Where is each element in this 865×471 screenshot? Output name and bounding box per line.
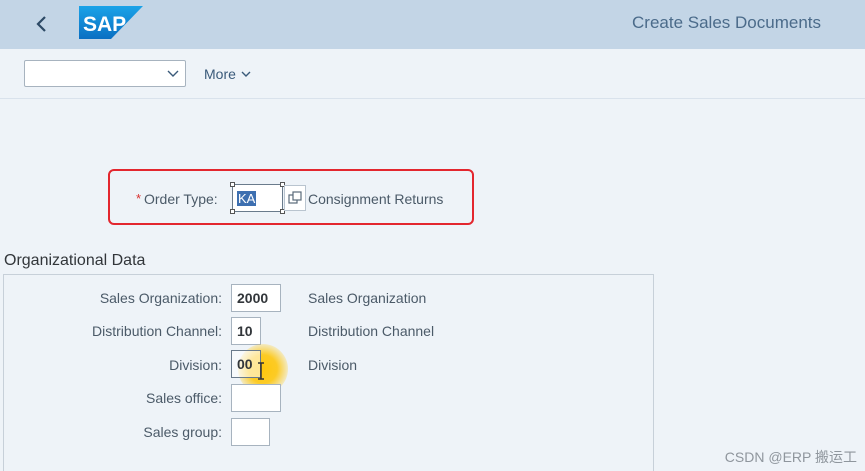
sales-organization-input[interactable]: 2000 (231, 284, 281, 312)
sap-logo[interactable]: SAP (79, 6, 143, 39)
order-type-highlight: * Order Type: KA Consignment Returns (108, 169, 474, 225)
watermark: CSDN @ERP 搬运工 (724, 449, 857, 465)
order-type-description: Consignment Returns (308, 191, 444, 207)
page-title: Create Sales Documents (632, 13, 821, 32)
required-marker: * (136, 191, 142, 206)
division-description: Division (308, 357, 358, 373)
order-type-label: Order Type: (144, 191, 218, 207)
resize-handle (230, 209, 235, 214)
distribution-channel-description: Distribution Channel (308, 323, 435, 339)
sales-organization-description: Sales Organization (308, 290, 427, 306)
toolbar: More (0, 49, 865, 99)
more-button[interactable]: More (204, 65, 252, 83)
value-help-button[interactable] (284, 185, 306, 211)
distribution-channel-input[interactable]: 10 (231, 317, 261, 345)
shell-header: SAP Create Sales Documents (0, 0, 865, 49)
value-help-icon (288, 191, 302, 204)
chevron-down-icon (241, 71, 251, 77)
division-label: Division: (169, 357, 222, 373)
svg-text:SAP: SAP (83, 13, 126, 36)
more-button-label: More (204, 66, 236, 82)
sales-office-label: Sales office: (145, 390, 222, 406)
variant-select[interactable] (24, 60, 186, 87)
sales-office-input[interactable] (231, 384, 281, 412)
text-cursor-icon (258, 362, 264, 380)
order-type-value: KA (237, 191, 257, 206)
resize-handle (230, 182, 235, 187)
chevron-left-icon (36, 16, 46, 32)
sales-group-label: Sales group: (143, 424, 222, 440)
chevron-down-icon (167, 70, 179, 77)
sales-organization-label: Sales Organization: (99, 290, 222, 306)
order-type-input[interactable]: KA (230, 182, 285, 214)
distribution-channel-label: Distribution Channel: (92, 323, 222, 339)
section-title: Organizational Data (4, 252, 146, 269)
sales-group-input[interactable] (231, 418, 270, 446)
back-button[interactable] (26, 8, 58, 40)
